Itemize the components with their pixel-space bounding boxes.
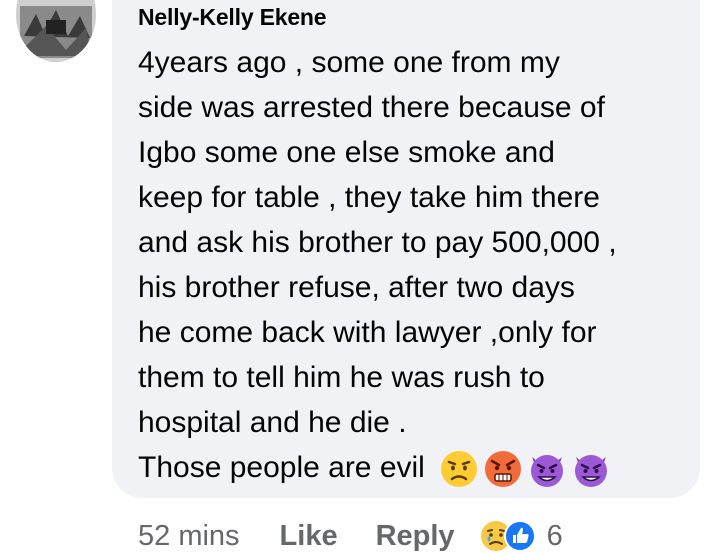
reply-button[interactable]: Reply <box>376 520 455 553</box>
like-reaction-icon <box>503 520 536 552</box>
like-button[interactable]: Like <box>280 520 338 553</box>
emoji-row <box>439 449 611 489</box>
smiling-devil-emoji <box>531 455 564 488</box>
comment-line-last: Those people are evil <box>138 445 690 490</box>
comment-line-text: Those people are evil <box>138 451 425 484</box>
comment-text: 4years ago , some one from my side was a… <box>138 40 690 490</box>
comment-line: keep for table , they take him there <box>138 181 600 214</box>
comment-author[interactable]: Nelly-Kelly Ekene <box>138 4 327 31</box>
comment-container: Nelly-Kelly Ekene 4years ago , some one … <box>0 0 720 554</box>
comment-line: side was arrested there because of <box>138 91 605 124</box>
comment-line: hospital and he die . <box>138 406 407 439</box>
smiling-devil-emoji <box>575 455 608 488</box>
comment-line: them to tell him he was rush to <box>138 361 545 394</box>
comment-line: Igbo some one else smoke and <box>138 136 555 169</box>
frowning-face-emoji <box>441 451 478 488</box>
reaction-summary[interactable]: 6 <box>479 519 563 553</box>
comment-line: he come back with lawyer ,only for <box>138 316 597 349</box>
comment-actions: 52 mins Like Reply 6 <box>138 514 563 554</box>
angry-face-emoji <box>485 451 522 488</box>
comment-line: his brother refuse, after two days <box>138 271 575 304</box>
comment-timestamp[interactable]: 52 mins <box>138 520 240 553</box>
comment-line: and ask his brother to pay 500,000 , <box>138 226 617 259</box>
avatar[interactable] <box>16 0 96 62</box>
comment-line: 4years ago , some one from my <box>138 46 560 79</box>
reaction-count: 6 <box>546 519 563 552</box>
